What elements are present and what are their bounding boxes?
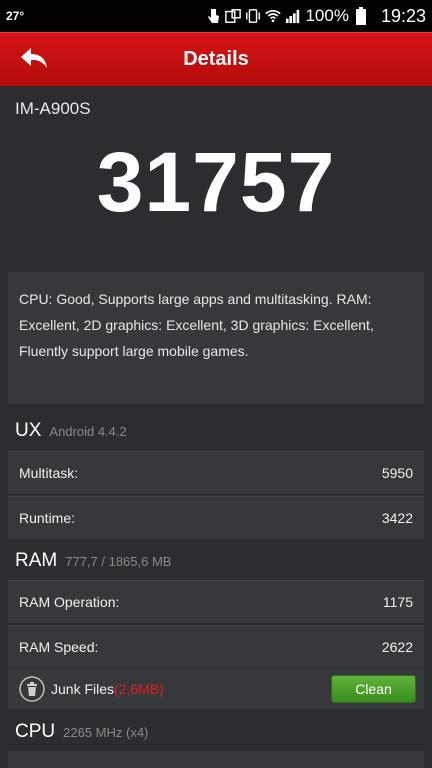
header-bar: Details bbox=[0, 32, 432, 86]
battery-percentage: 100% bbox=[305, 6, 349, 25]
ram-operation-row: RAM Operation: 1175 bbox=[8, 580, 424, 623]
section-title: CPU bbox=[15, 721, 56, 742]
clean-button[interactable]: Clean bbox=[331, 675, 416, 703]
screen-mirror-icon bbox=[225, 7, 242, 25]
score-description: CPU: Good, Supports large apps and multi… bbox=[8, 272, 424, 404]
runtime-row: Runtime: 3422 bbox=[8, 496, 424, 539]
cpu-row-partial bbox=[8, 751, 424, 768]
row-label: Multitask: bbox=[19, 465, 79, 481]
section-title: UX bbox=[15, 420, 42, 441]
row-value: 3422 bbox=[381, 510, 413, 526]
cpu-section-header: CPU 2265 MHz (x4) bbox=[15, 721, 148, 743]
junk-size-close: ) bbox=[159, 681, 164, 697]
ux-section-header: UX Android 4.4.2 bbox=[15, 420, 127, 442]
multitask-row: Multitask: 5950 bbox=[8, 451, 424, 494]
row-value: 2622 bbox=[381, 639, 413, 655]
row-value: 5950 bbox=[381, 465, 413, 481]
ram-speed-row: RAM Speed: 2622 bbox=[8, 625, 424, 668]
page-title: Details bbox=[183, 48, 249, 70]
signal-icon bbox=[285, 7, 301, 25]
total-score: 31757 bbox=[96, 135, 336, 229]
vibrate-icon bbox=[245, 7, 261, 25]
clock: 19:23 bbox=[380, 5, 426, 26]
device-name: IM-A900S bbox=[15, 99, 91, 118]
ram-section-header: RAM 777,7 / 1865,6 MB bbox=[15, 550, 171, 572]
wifi-icon bbox=[265, 7, 282, 25]
touch-icon bbox=[205, 7, 221, 25]
row-label: RAM Operation: bbox=[19, 594, 120, 610]
temperature-indicator: 27° bbox=[6, 9, 25, 23]
section-title: RAM bbox=[15, 550, 58, 571]
section-subtitle: Android 4.4.2 bbox=[49, 424, 127, 439]
status-bar: 27° 100% 19:23 bbox=[0, 0, 432, 32]
junk-size: 2,6MB bbox=[118, 681, 160, 697]
junk-files-label: Junk Files(2,6MB) bbox=[51, 681, 164, 697]
section-subtitle: 777,7 / 1865,6 MB bbox=[65, 554, 172, 569]
battery-icon bbox=[353, 7, 369, 25]
row-value: 1175 bbox=[382, 594, 413, 610]
trash-icon bbox=[19, 676, 45, 702]
status-icons: 100% 19:23 bbox=[205, 6, 426, 27]
row-label: Runtime: bbox=[19, 510, 76, 526]
row-label: RAM Speed: bbox=[19, 639, 99, 655]
section-subtitle: 2265 MHz (x4) bbox=[63, 725, 149, 740]
back-arrow-icon bbox=[21, 48, 47, 68]
back-button[interactable] bbox=[14, 41, 54, 77]
junk-files-row: Junk Files(2,6MB) Clean bbox=[8, 669, 424, 709]
